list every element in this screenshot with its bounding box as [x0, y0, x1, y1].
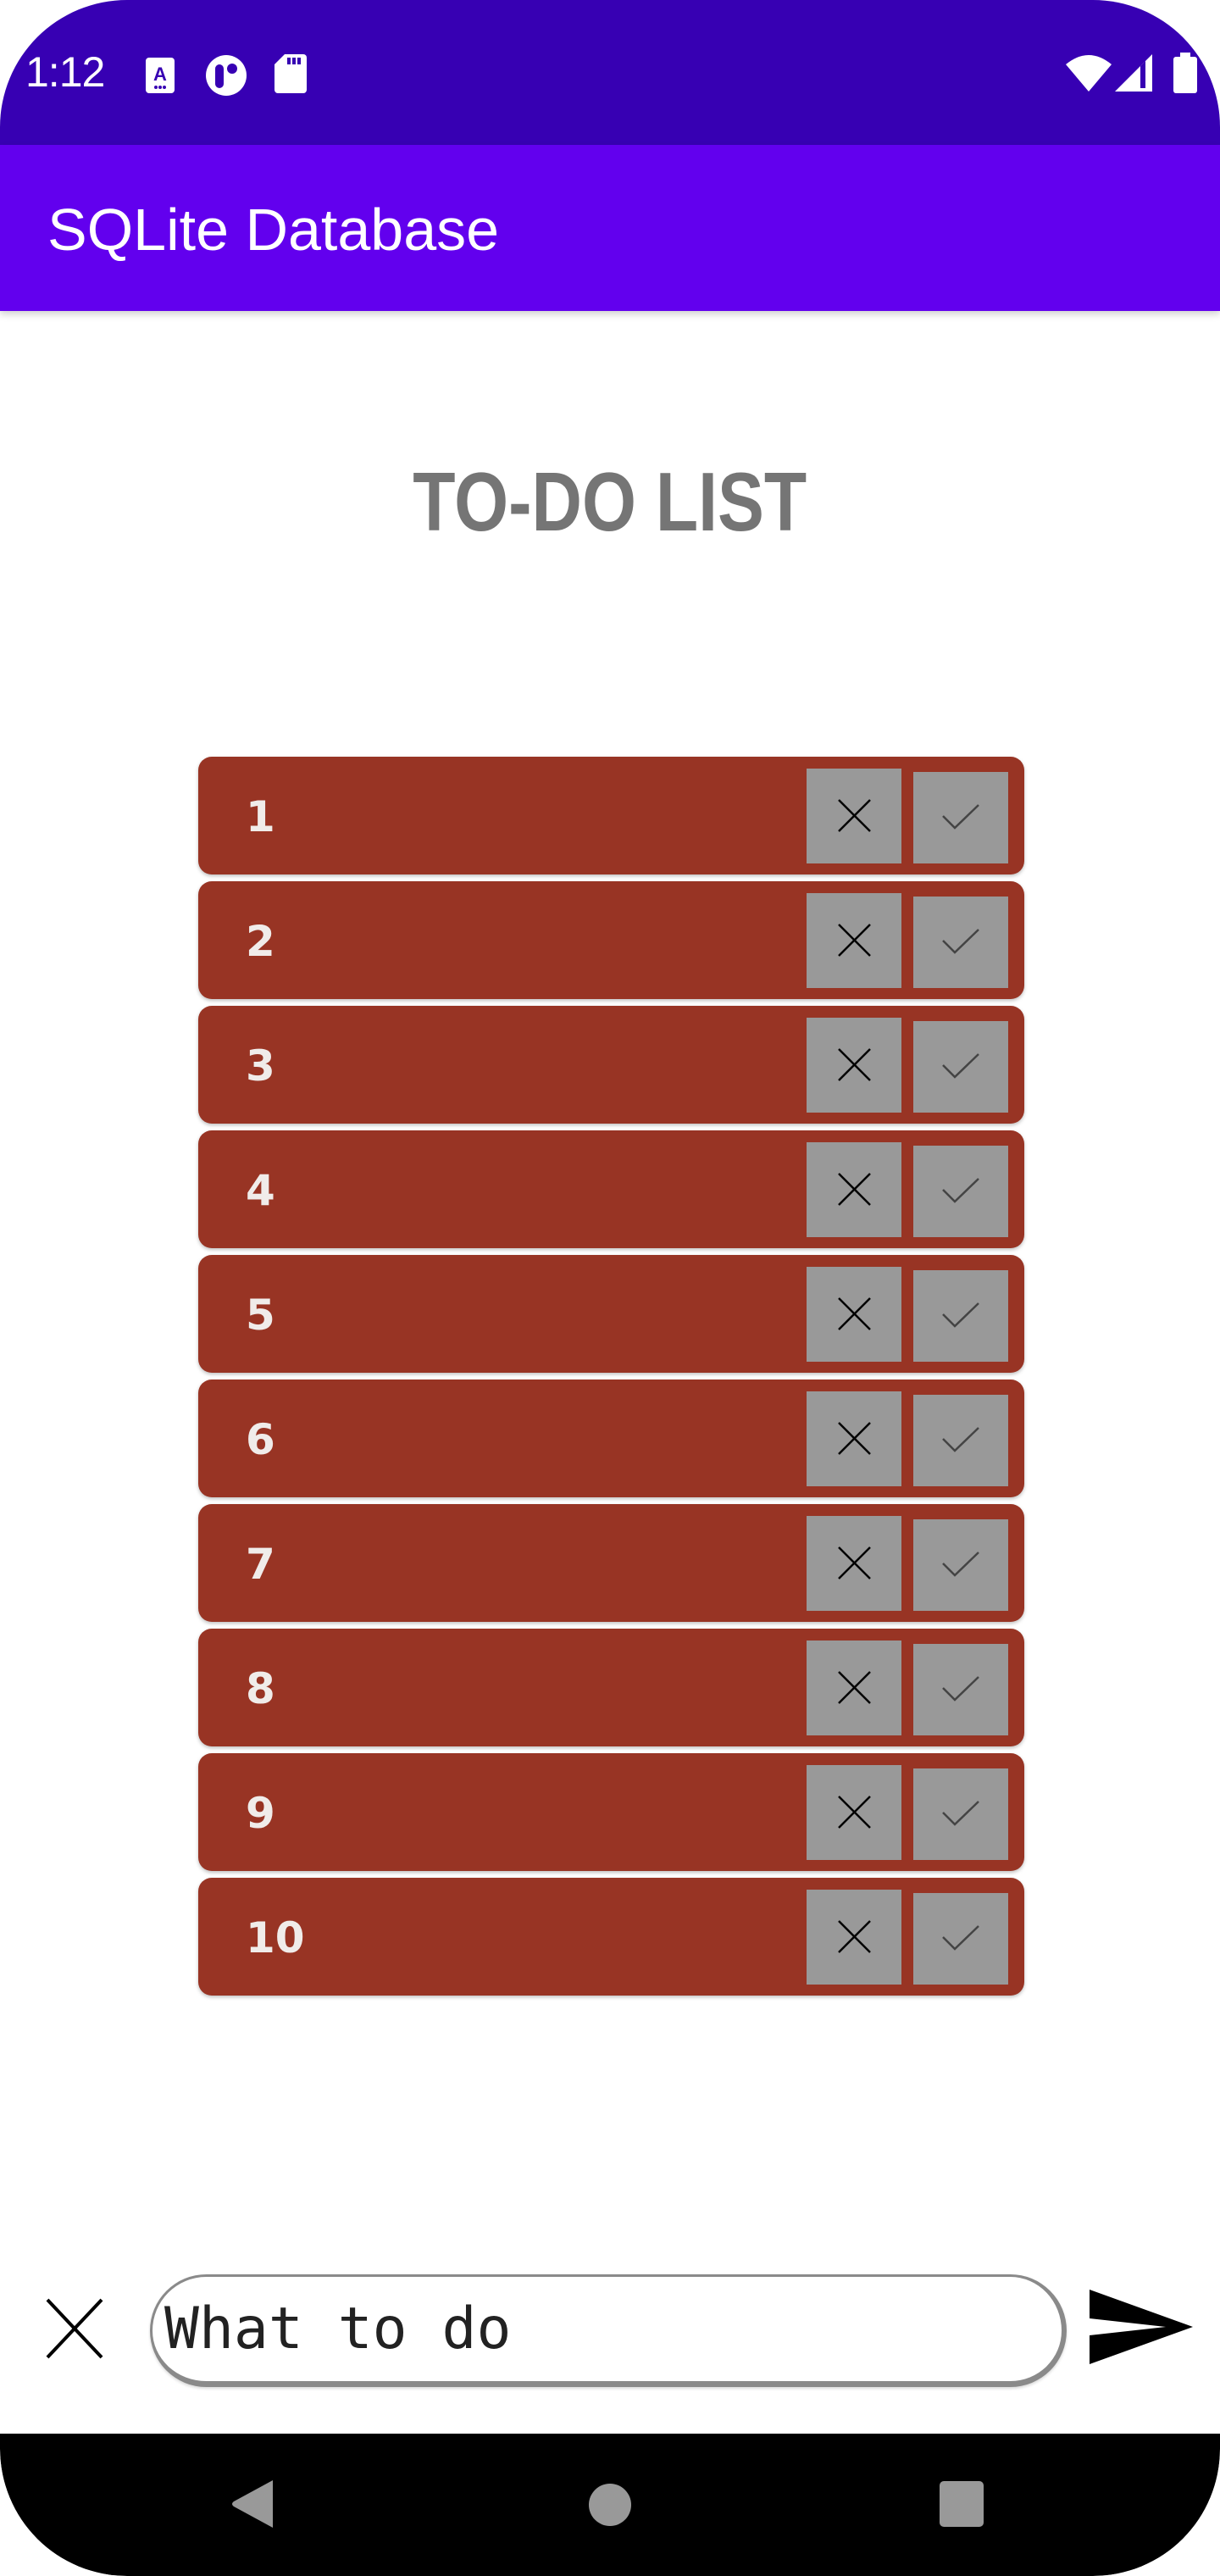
- close-icon: [838, 1048, 871, 1081]
- todo-item[interactable]: 6: [198, 1380, 1024, 1497]
- check-icon: [942, 929, 979, 954]
- app-title: SQLite Database: [47, 197, 500, 263]
- accessibility-a-icon: A: [146, 58, 175, 93]
- check-icon: [942, 1925, 979, 1951]
- back-icon[interactable]: [230, 2479, 278, 2529]
- close-icon: [838, 1671, 871, 1704]
- delete-todo-button[interactable]: [807, 1391, 901, 1486]
- todo-item-label: 9: [246, 1789, 275, 1838]
- complete-todo-button[interactable]: [913, 1519, 1008, 1611]
- battery-icon: [1173, 53, 1197, 93]
- check-icon: [942, 804, 979, 830]
- complete-todo-button[interactable]: [913, 1270, 1008, 1362]
- check-icon: [942, 1427, 979, 1452]
- app-bar: SQLite Database: [0, 145, 1220, 311]
- todo-item[interactable]: 1: [198, 757, 1024, 874]
- check-icon: [942, 1676, 979, 1702]
- close-icon: [838, 1173, 871, 1206]
- todo-item-label: 6: [246, 1415, 275, 1464]
- delete-todo-button[interactable]: [807, 1641, 901, 1735]
- page-heading: TO-DO LIST: [0, 454, 1220, 550]
- delete-todo-button[interactable]: [807, 1890, 901, 1985]
- complete-todo-button[interactable]: [913, 1644, 1008, 1735]
- wifi-icon: [1066, 55, 1112, 92]
- close-icon: [838, 1422, 871, 1455]
- todo-item-label: 1: [246, 792, 275, 841]
- todo-item[interactable]: 8: [198, 1629, 1024, 1746]
- todo-item-label: 8: [246, 1664, 275, 1713]
- complete-todo-button[interactable]: [913, 1395, 1008, 1486]
- check-icon: [942, 1801, 979, 1826]
- sd-card-icon: [274, 54, 307, 93]
- todo-item[interactable]: 5: [198, 1255, 1024, 1373]
- cell-signal-icon: [1115, 54, 1152, 92]
- check-icon: [942, 1053, 979, 1079]
- todo-item-label: 4: [246, 1166, 275, 1215]
- todo-item-label: 2: [246, 917, 275, 966]
- delete-todo-button[interactable]: [807, 1765, 901, 1860]
- todo-item-label: 5: [246, 1291, 275, 1340]
- todo-item[interactable]: 3: [198, 1006, 1024, 1124]
- close-icon: [838, 1297, 871, 1330]
- delete-todo-button[interactable]: [807, 1267, 901, 1362]
- circle-app-icon: [206, 55, 247, 96]
- check-icon: [942, 1302, 979, 1328]
- todo-item-label: 7: [246, 1540, 275, 1589]
- svg-text:A: A: [153, 64, 167, 85]
- todo-input[interactable]: [150, 2274, 1067, 2387]
- complete-todo-button[interactable]: [913, 1893, 1008, 1985]
- close-icon: [838, 1546, 871, 1579]
- todo-item[interactable]: 2: [198, 881, 1024, 999]
- delete-todo-button[interactable]: [807, 893, 901, 988]
- page-heading-text: TO-DO LIST: [413, 455, 807, 548]
- complete-todo-button[interactable]: [913, 772, 1008, 863]
- complete-todo-button[interactable]: [913, 1021, 1008, 1113]
- delete-todo-button[interactable]: [807, 769, 901, 863]
- recents-icon[interactable]: [940, 2481, 984, 2527]
- todo-item-label: 3: [246, 1041, 275, 1091]
- complete-todo-button[interactable]: [913, 1768, 1008, 1860]
- complete-todo-button[interactable]: [913, 897, 1008, 988]
- todo-item-label: 10: [246, 1913, 305, 1963]
- check-icon: [942, 1178, 979, 1203]
- delete-todo-button[interactable]: [807, 1018, 901, 1113]
- close-icon: [838, 1796, 871, 1829]
- screen: 1:12 A SQLite Database TO-DO LIST 1 2 3 …: [0, 0, 1220, 2576]
- todo-item[interactable]: 9: [198, 1753, 1024, 1871]
- home-icon[interactable]: [588, 2483, 632, 2527]
- close-icon: [838, 924, 871, 957]
- send-icon[interactable]: [1088, 2290, 1195, 2368]
- delete-todo-button[interactable]: [807, 1516, 901, 1611]
- close-icon: [838, 799, 871, 832]
- delete-todo-button[interactable]: [807, 1142, 901, 1237]
- complete-todo-button[interactable]: [913, 1146, 1008, 1237]
- navigation-bar: [0, 2434, 1220, 2576]
- clear-input-icon[interactable]: [42, 2295, 107, 2362]
- todo-item[interactable]: 4: [198, 1130, 1024, 1248]
- todo-item[interactable]: 10: [198, 1878, 1024, 1996]
- status-bar: 1:12 A: [0, 0, 1220, 145]
- close-icon: [838, 1920, 871, 1953]
- check-icon: [942, 1552, 979, 1577]
- status-time: 1:12: [25, 48, 105, 96]
- todo-item[interactable]: 7: [198, 1504, 1024, 1622]
